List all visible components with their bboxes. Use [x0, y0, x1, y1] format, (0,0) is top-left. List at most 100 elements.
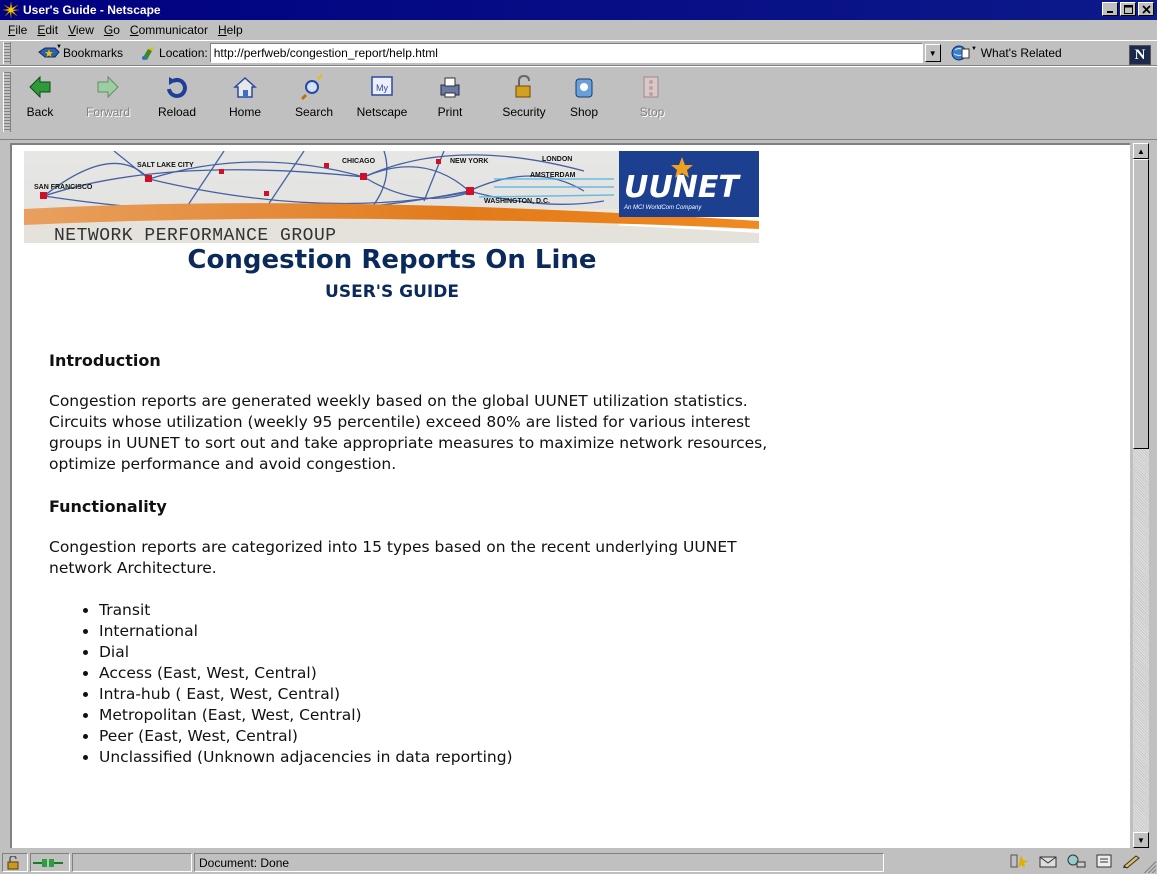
close-button[interactable]: [1138, 2, 1154, 16]
netscape-button[interactable]: My Netscape: [354, 71, 410, 137]
guide-body: Introduction Congestion reports are gene…: [49, 350, 769, 768]
resize-grip[interactable]: [1144, 861, 1156, 873]
city-label: CHICAGO: [342, 158, 376, 165]
menu-item[interactable]: File: [3, 23, 32, 37]
stop-button[interactable]: Stop: [624, 71, 680, 137]
menu-label: o: [113, 23, 120, 37]
location-icon[interactable]: [139, 45, 157, 61]
menu-item[interactable]: Communicator: [125, 23, 213, 37]
uunet-banner: SALT LAKE CITY SAN FRANCISCO CHICAGO NEW…: [24, 151, 759, 243]
shop-button[interactable]: Shop: [556, 71, 612, 137]
location-text: Location:: [159, 46, 208, 60]
back-button[interactable]: Back: [12, 71, 68, 137]
menu-item[interactable]: Help: [213, 23, 248, 37]
city-label: LONDON: [542, 156, 572, 163]
status-message: Document: Done: [194, 853, 884, 872]
vertical-scrollbar[interactable]: ▲ ▼: [1133, 143, 1149, 848]
home-icon: [233, 76, 257, 98]
home-button[interactable]: Home: [217, 71, 273, 137]
menu-item[interactable]: Edit: [32, 23, 63, 37]
whats-related-button[interactable]: ▼ What's Related: [949, 44, 1062, 62]
print-button[interactable]: Print: [422, 71, 478, 137]
url-input[interactable]: [209, 43, 923, 63]
menu-accelerator: H: [217, 23, 227, 37]
reload-button[interactable]: Reload: [149, 71, 205, 137]
menu-accelerator: G: [103, 23, 114, 37]
city-label: SAN FRANCISCO: [34, 184, 93, 191]
chevron-down-icon: ▼: [928, 48, 937, 58]
navigator-icon[interactable]: [1009, 853, 1031, 869]
stop-icon: [643, 76, 659, 98]
chevron-up-icon: ▲: [1137, 146, 1145, 156]
list-item: International: [99, 621, 769, 642]
nav-button-label: Netscape: [356, 105, 408, 119]
list-item: Unclassified (Unknown adjacencies in dat…: [99, 747, 769, 768]
nav-button-label: Security: [502, 105, 546, 119]
city-label: WASHINGTON, D.C.: [484, 198, 550, 205]
svg-text:▼: ▼: [971, 46, 977, 52]
menu-label: elp: [226, 23, 243, 37]
page-subtitle: USER'S GUIDE: [325, 282, 459, 302]
unlocked-padlock-icon: [7, 855, 19, 869]
back-arrow-icon: [29, 75, 51, 99]
url-history-dropdown[interactable]: ▼: [924, 44, 941, 62]
menu-label: ommunicator: [138, 23, 208, 37]
newsgroups-icon[interactable]: [1065, 853, 1087, 869]
search-button[interactable]: Search: [286, 71, 342, 137]
search-icon: [300, 74, 323, 101]
bookmarks-icon: ▼: [38, 44, 61, 58]
toolbar-grip[interactable]: [3, 42, 11, 64]
reload-icon: [167, 77, 187, 98]
menu-item[interactable]: View: [63, 23, 99, 37]
list-item: Transit: [99, 600, 769, 621]
scroll-thumb[interactable]: [1133, 159, 1149, 449]
toolbar-grip[interactable]: [3, 72, 11, 132]
maximize-button[interactable]: [1120, 2, 1136, 16]
city-label: AMSTERDAM: [530, 172, 576, 179]
whats-related-label: What's Related: [980, 46, 1062, 60]
printer-icon: [440, 77, 460, 98]
netscape-n-logo[interactable]: N: [1129, 45, 1151, 65]
nav-button-label: Reload: [157, 105, 197, 119]
group-name: NETWORK PERFORMANCE GROUP: [54, 226, 337, 243]
scroll-up-button[interactable]: ▲: [1133, 143, 1149, 159]
mail-icon[interactable]: [1037, 853, 1059, 869]
title-bar: User's Guide - Netscape: [0, 0, 1157, 20]
forward-button[interactable]: Forward: [80, 71, 136, 137]
progress-indicator: [72, 853, 192, 872]
list-item: Metropolitan (East, West, Central): [99, 705, 769, 726]
bookmarks-button[interactable]: ▼ Bookmarks: [37, 44, 123, 62]
list-item: Access (East, West, Central): [99, 663, 769, 684]
minimize-button[interactable]: [1102, 2, 1118, 16]
menu-label: dit: [45, 23, 59, 37]
menu-label: iew: [75, 23, 94, 37]
report-types-list: Transit International Dial Access (East,…: [49, 600, 769, 768]
location-toolbar: ▼ Bookmarks Location: ▼ ▼ What's Related…: [0, 40, 1157, 66]
security-status[interactable]: [2, 853, 28, 872]
address-book-icon[interactable]: [1093, 853, 1115, 869]
nav-button-label: Shop: [569, 105, 599, 119]
menu-bar: File Edit View Go Communicator Help: [0, 20, 1157, 40]
my-netscape-icon: My: [371, 76, 393, 96]
menu-label: ile: [15, 23, 28, 37]
section-heading-functionality: Functionality: [49, 497, 167, 516]
connection-status[interactable]: [30, 853, 70, 872]
window-frame: [0, 140, 10, 850]
security-button[interactable]: Security: [496, 71, 552, 137]
introduction-paragraph: Congestion reports are generated weekly …: [49, 392, 768, 473]
menu-item[interactable]: Go: [99, 23, 125, 37]
functionality-paragraph: Congestion reports are categorized into …: [49, 538, 737, 577]
minimize-icon: [1107, 11, 1113, 13]
netscape-star-icon[interactable]: [3, 2, 19, 18]
location-label: Location:: [139, 45, 208, 61]
nav-button-label: Stop: [639, 105, 665, 119]
composer-icon[interactable]: [1121, 853, 1143, 869]
uunet-logo-text: UUNET: [624, 170, 741, 205]
forward-arrow-icon: [97, 75, 119, 99]
scroll-down-button[interactable]: ▼: [1133, 832, 1149, 848]
window-title: User's Guide - Netscape: [23, 3, 161, 17]
whats-related-icon: ▼: [951, 45, 977, 61]
page-content: SALT LAKE CITY SAN FRANCISCO CHICAGO NEW…: [10, 143, 1130, 848]
component-bar: [1009, 853, 1143, 869]
chevron-down-icon: ▼: [1137, 835, 1145, 845]
